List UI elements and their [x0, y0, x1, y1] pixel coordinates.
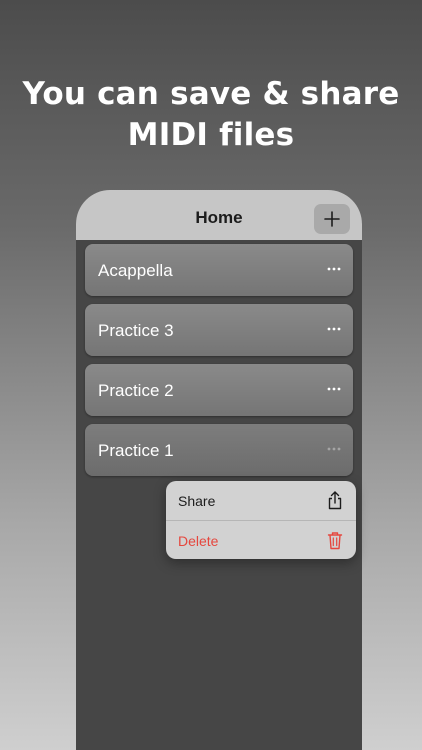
headline-line-1: You can save & share [22, 76, 400, 112]
share-icon [327, 491, 343, 510]
navigation-bar: Home [76, 190, 362, 240]
context-menu: Share Delete [166, 481, 356, 559]
add-button[interactable] [314, 204, 350, 234]
list-item-label: Practice 1 [98, 441, 174, 460]
menu-item-delete[interactable]: Delete [166, 521, 356, 559]
menu-item-label: Delete [178, 533, 219, 549]
list-item-label: Practice 3 [98, 321, 174, 340]
trash-icon [327, 531, 343, 550]
list-item[interactable]: Acappella [85, 244, 353, 296]
headline-line-2: MIDI files [127, 117, 295, 153]
ellipsis-icon[interactable] [327, 262, 341, 276]
menu-item-share[interactable]: Share [166, 481, 356, 520]
list-item-label: Acappella [98, 261, 173, 280]
phone-screen: Home Acappella Practice 3 Practice 2 Pra… [76, 190, 362, 750]
list-item-label: Practice 2 [98, 381, 174, 400]
list-item[interactable]: Practice 2 [85, 364, 353, 416]
list-item[interactable]: Practice 1 [85, 424, 353, 476]
menu-item-label: Share [178, 493, 216, 509]
list-item[interactable]: Practice 3 [85, 304, 353, 356]
ellipsis-icon[interactable] [327, 442, 341, 456]
ellipsis-icon[interactable] [327, 322, 341, 336]
headline: You can save & share MIDI files [0, 74, 422, 156]
ellipsis-icon[interactable] [327, 382, 341, 396]
plus-icon [324, 211, 340, 227]
